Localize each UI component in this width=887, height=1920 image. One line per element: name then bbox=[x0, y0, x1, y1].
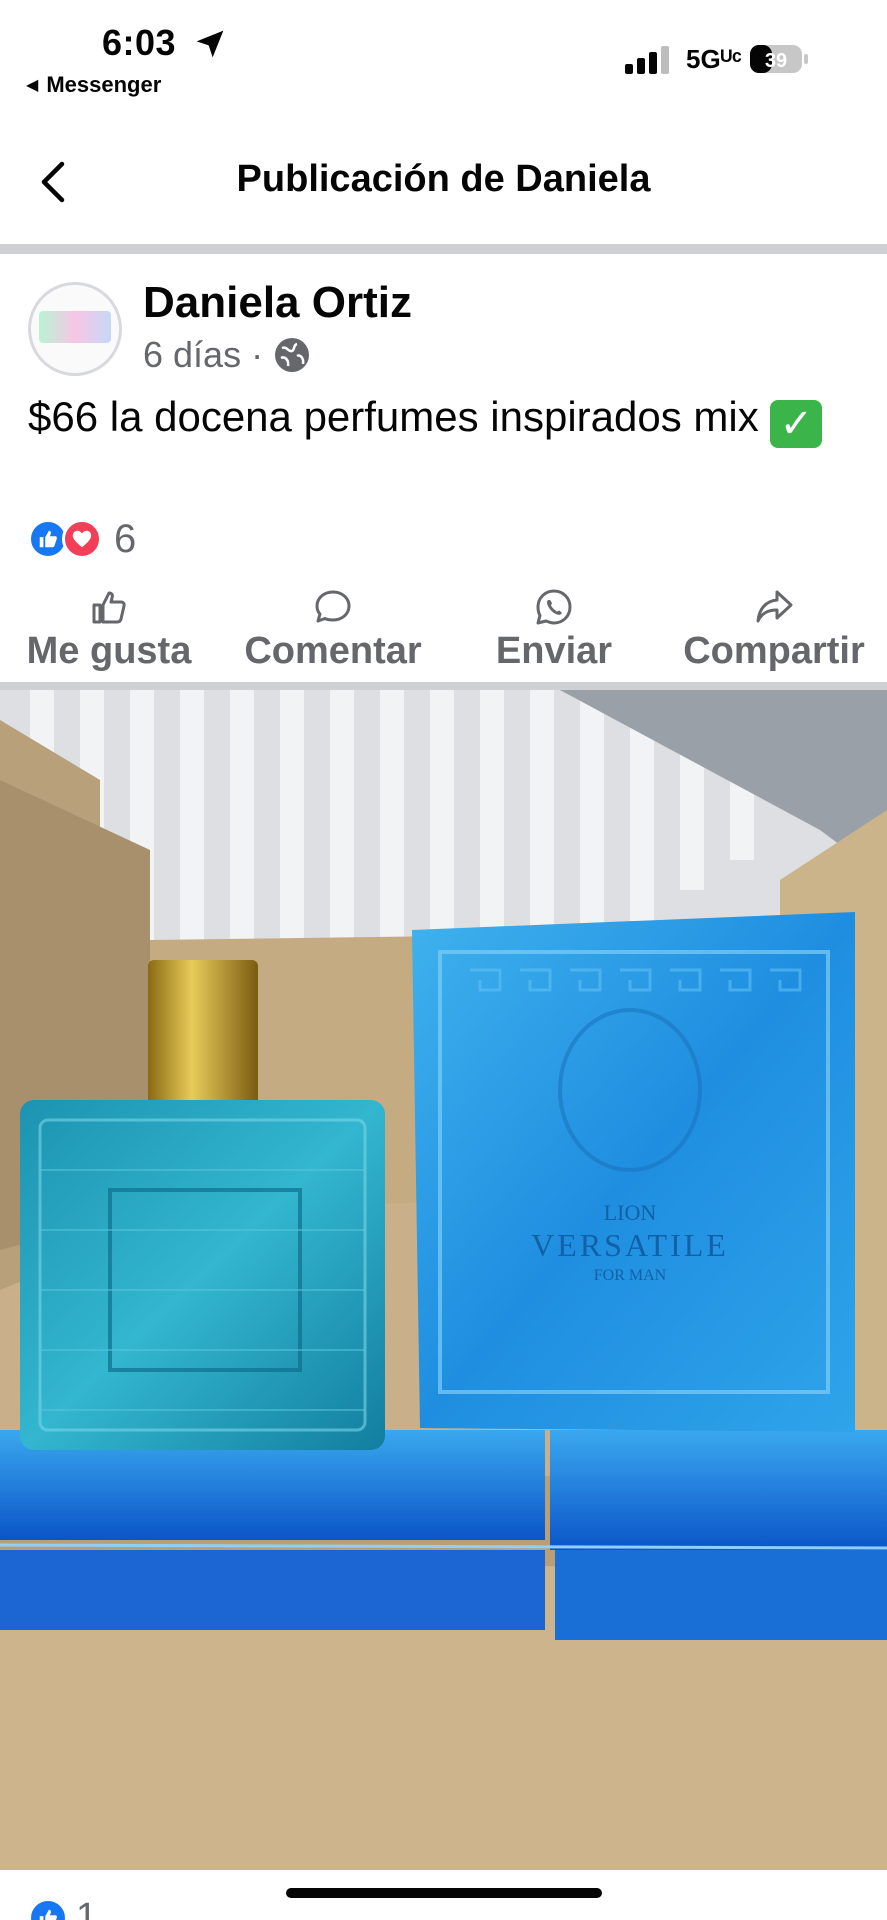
send-button[interactable]: Enviar bbox=[482, 588, 626, 678]
thumbs-up-icon bbox=[92, 591, 126, 624]
back-to-app-link[interactable]: ◀ Messenger bbox=[26, 72, 161, 98]
next-like-reaction-icon bbox=[28, 1897, 68, 1920]
actions-divider bbox=[0, 682, 887, 690]
whatsapp-icon bbox=[536, 589, 572, 625]
globe-icon bbox=[275, 338, 310, 372]
location-arrow-icon bbox=[196, 30, 224, 58]
battery-icon: 39 bbox=[750, 45, 808, 73]
box-name: VERSATILE bbox=[531, 1227, 729, 1263]
share-label: Compartir bbox=[683, 630, 865, 672]
action-bar: Me gusta Comentar Enviar Compartir bbox=[0, 588, 887, 678]
box-sub: FOR MAN bbox=[594, 1267, 667, 1284]
cellular-signal-icon bbox=[625, 46, 669, 74]
comment-bubble-icon bbox=[315, 590, 351, 623]
post-text: $66 la docena perfumes inspirados mix ✓ bbox=[28, 390, 858, 448]
comment-label: Comentar bbox=[244, 630, 422, 672]
header-divider bbox=[0, 244, 887, 254]
next-reactions-summary[interactable]: 1 bbox=[28, 1896, 97, 1920]
post-time[interactable]: 6 días bbox=[143, 334, 241, 376]
reaction-count: 6 bbox=[114, 516, 137, 561]
nav-header: Publicación de Daniela bbox=[0, 140, 887, 220]
battery-level: 39 bbox=[765, 50, 787, 72]
next-reaction-count: 1 bbox=[76, 1896, 98, 1920]
back-triangle-icon: ◀ bbox=[26, 77, 39, 94]
back-app-label: Messenger bbox=[46, 72, 162, 97]
author-name[interactable]: Daniela Ortiz bbox=[143, 278, 412, 328]
share-button[interactable]: Compartir bbox=[668, 588, 880, 678]
page-title: Publicación de Daniela bbox=[236, 158, 651, 200]
avatar-logo bbox=[39, 311, 111, 343]
like-label: Me gusta bbox=[26, 630, 192, 672]
post-photo[interactable]: LION VERSATILE FOR MAN bbox=[0, 690, 887, 1870]
box-brand: LION bbox=[604, 1200, 657, 1225]
clock: 6:03 bbox=[102, 22, 177, 63]
reactions-summary[interactable]: 6 bbox=[28, 516, 136, 562]
like-button[interactable]: Me gusta bbox=[14, 588, 204, 678]
post-body: $66 la docena perfumes inspirados mix bbox=[28, 393, 759, 440]
network-type: 5Gᵁᶜ bbox=[686, 44, 742, 74]
love-reaction-icon bbox=[62, 519, 102, 559]
send-label: Enviar bbox=[495, 630, 613, 672]
status-bar: 6:03 ◀ Messenger 5Gᵁᶜ 39 bbox=[0, 0, 887, 100]
share-arrow-icon bbox=[756, 590, 793, 623]
post-meta: 6 días · bbox=[143, 334, 311, 376]
comment-button[interactable]: Comentar bbox=[230, 588, 436, 678]
home-indicator[interactable] bbox=[286, 1888, 602, 1898]
author-avatar[interactable] bbox=[28, 282, 122, 376]
check-mark-icon: ✓ bbox=[770, 400, 823, 448]
meta-separator: · bbox=[251, 334, 264, 375]
perfume-photo: LION VERSATILE FOR MAN bbox=[0, 690, 887, 1870]
